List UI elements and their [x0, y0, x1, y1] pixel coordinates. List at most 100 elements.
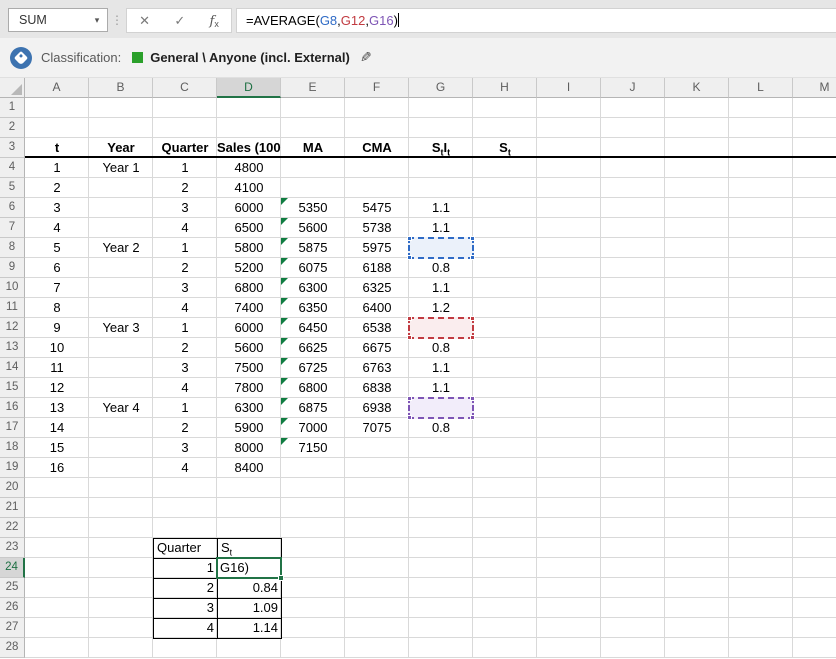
cell-D9[interactable]: 5200	[217, 258, 281, 278]
cell-A3[interactable]: t	[25, 138, 89, 158]
cell-E12[interactable]: 6450	[281, 318, 345, 338]
marquee-handle[interactable]	[407, 335, 412, 340]
cell-C3[interactable]: Quarter	[153, 138, 217, 158]
marquee-handle[interactable]	[470, 335, 475, 340]
cell-A18[interactable]: 15	[25, 438, 89, 458]
cell-A11[interactable]: 8	[25, 298, 89, 318]
cell-D16[interactable]: 6300	[217, 398, 281, 418]
marquee-handle[interactable]	[470, 316, 475, 321]
column-header-G[interactable]: G	[409, 78, 473, 98]
cell-G14[interactable]: 1.1	[409, 358, 473, 378]
cell-A5[interactable]: 2	[25, 178, 89, 198]
cell-D6[interactable]: 6000	[217, 198, 281, 218]
column-header-K[interactable]: K	[665, 78, 729, 98]
cell-C7[interactable]: 4	[153, 218, 217, 238]
cell-F7[interactable]: 5738	[345, 218, 409, 238]
cell-G15[interactable]: 1.1	[409, 378, 473, 398]
cell-C18[interactable]: 3	[153, 438, 217, 458]
cell-B8[interactable]: Year 2	[89, 238, 153, 258]
cell-D10[interactable]: 6800	[217, 278, 281, 298]
cell-G13[interactable]: 0.8	[409, 338, 473, 358]
cell-A15[interactable]: 12	[25, 378, 89, 398]
reference-highlight-G8[interactable]	[408, 237, 474, 259]
cell-E11[interactable]: 6350	[281, 298, 345, 318]
row-header-20[interactable]: 20	[0, 478, 25, 498]
cell-D12[interactable]: 6000	[217, 318, 281, 338]
cell-C5[interactable]: 2	[153, 178, 217, 198]
cell-A9[interactable]: 6	[25, 258, 89, 278]
cell-E9[interactable]: 6075	[281, 258, 345, 278]
cell-C27[interactable]: 4	[153, 618, 217, 638]
marquee-handle[interactable]	[470, 396, 475, 401]
row-header-8[interactable]: 8	[0, 238, 25, 258]
cell-G11[interactable]: 1.2	[409, 298, 473, 318]
cell-F14[interactable]: 6763	[345, 358, 409, 378]
cell-C26[interactable]: 3	[153, 598, 217, 618]
row-header-19[interactable]: 19	[0, 458, 25, 478]
marquee-handle[interactable]	[407, 255, 412, 260]
cell-B16[interactable]: Year 4	[89, 398, 153, 418]
marquee-handle[interactable]	[470, 415, 475, 420]
reference-highlight-G12[interactable]	[408, 317, 474, 339]
column-header-A[interactable]: A	[25, 78, 89, 98]
cell-C19[interactable]: 4	[153, 458, 217, 478]
cell-B3[interactable]: Year	[89, 138, 153, 158]
cell-C23[interactable]: Quarter	[153, 538, 217, 558]
row-header-5[interactable]: 5	[0, 178, 25, 198]
cell-F17[interactable]: 7075	[345, 418, 409, 438]
marquee-handle[interactable]	[470, 236, 475, 241]
cell-H3[interactable]: St	[473, 138, 537, 158]
cell-E3[interactable]: MA	[281, 138, 345, 158]
row-header-7[interactable]: 7	[0, 218, 25, 238]
cell-A4[interactable]: 1	[25, 158, 89, 178]
row-header-17[interactable]: 17	[0, 418, 25, 438]
marquee-handle[interactable]	[470, 255, 475, 260]
row-header-22[interactable]: 22	[0, 518, 25, 538]
cell-D5[interactable]: 4100	[217, 178, 281, 198]
edit-pencil-icon[interactable]: ✎	[360, 49, 372, 66]
active-edit-cell-D24[interactable]: G16)	[216, 557, 282, 579]
marquee-handle[interactable]	[407, 415, 412, 420]
column-header-J[interactable]: J	[601, 78, 665, 98]
cell-D11[interactable]: 7400	[217, 298, 281, 318]
cell-C24[interactable]: 1	[153, 558, 217, 578]
row-header-15[interactable]: 15	[0, 378, 25, 398]
cell-D23[interactable]: St	[217, 538, 281, 558]
cell-G3[interactable]: StIt	[409, 138, 473, 158]
cell-D17[interactable]: 5900	[217, 418, 281, 438]
cell-C17[interactable]: 2	[153, 418, 217, 438]
marquee-handle[interactable]	[407, 316, 412, 321]
cell-C9[interactable]: 2	[153, 258, 217, 278]
cell-B12[interactable]: Year 3	[89, 318, 153, 338]
cell-E13[interactable]: 6625	[281, 338, 345, 358]
cell-A19[interactable]: 16	[25, 458, 89, 478]
cell-A16[interactable]: 13	[25, 398, 89, 418]
row-header-27[interactable]: 27	[0, 618, 25, 638]
row-header-14[interactable]: 14	[0, 358, 25, 378]
cell-D7[interactable]: 6500	[217, 218, 281, 238]
cell-C6[interactable]: 3	[153, 198, 217, 218]
cell-E14[interactable]: 6725	[281, 358, 345, 378]
cell-B4[interactable]: Year 1	[89, 158, 153, 178]
row-header-2[interactable]: 2	[0, 118, 25, 138]
cell-F13[interactable]: 6675	[345, 338, 409, 358]
row-header-28[interactable]: 28	[0, 638, 25, 658]
column-header-C[interactable]: C	[153, 78, 217, 98]
cell-C16[interactable]: 1	[153, 398, 217, 418]
fill-handle[interactable]	[278, 575, 284, 581]
cell-A12[interactable]: 9	[25, 318, 89, 338]
cell-D25[interactable]: 0.84	[217, 578, 281, 598]
cell-D4[interactable]: 4800	[217, 158, 281, 178]
reference-highlight-G16[interactable]	[408, 397, 474, 419]
cell-C8[interactable]: 1	[153, 238, 217, 258]
cell-A14[interactable]: 11	[25, 358, 89, 378]
cell-E15[interactable]: 6800	[281, 378, 345, 398]
cell-C4[interactable]: 1	[153, 158, 217, 178]
cell-C15[interactable]: 4	[153, 378, 217, 398]
cell-F16[interactable]: 6938	[345, 398, 409, 418]
cell-A8[interactable]: 5	[25, 238, 89, 258]
enter-icon[interactable]: ✓	[174, 13, 185, 29]
cell-D27[interactable]: 1.14	[217, 618, 281, 638]
cell-E10[interactable]: 6300	[281, 278, 345, 298]
column-header-F[interactable]: F	[345, 78, 409, 98]
